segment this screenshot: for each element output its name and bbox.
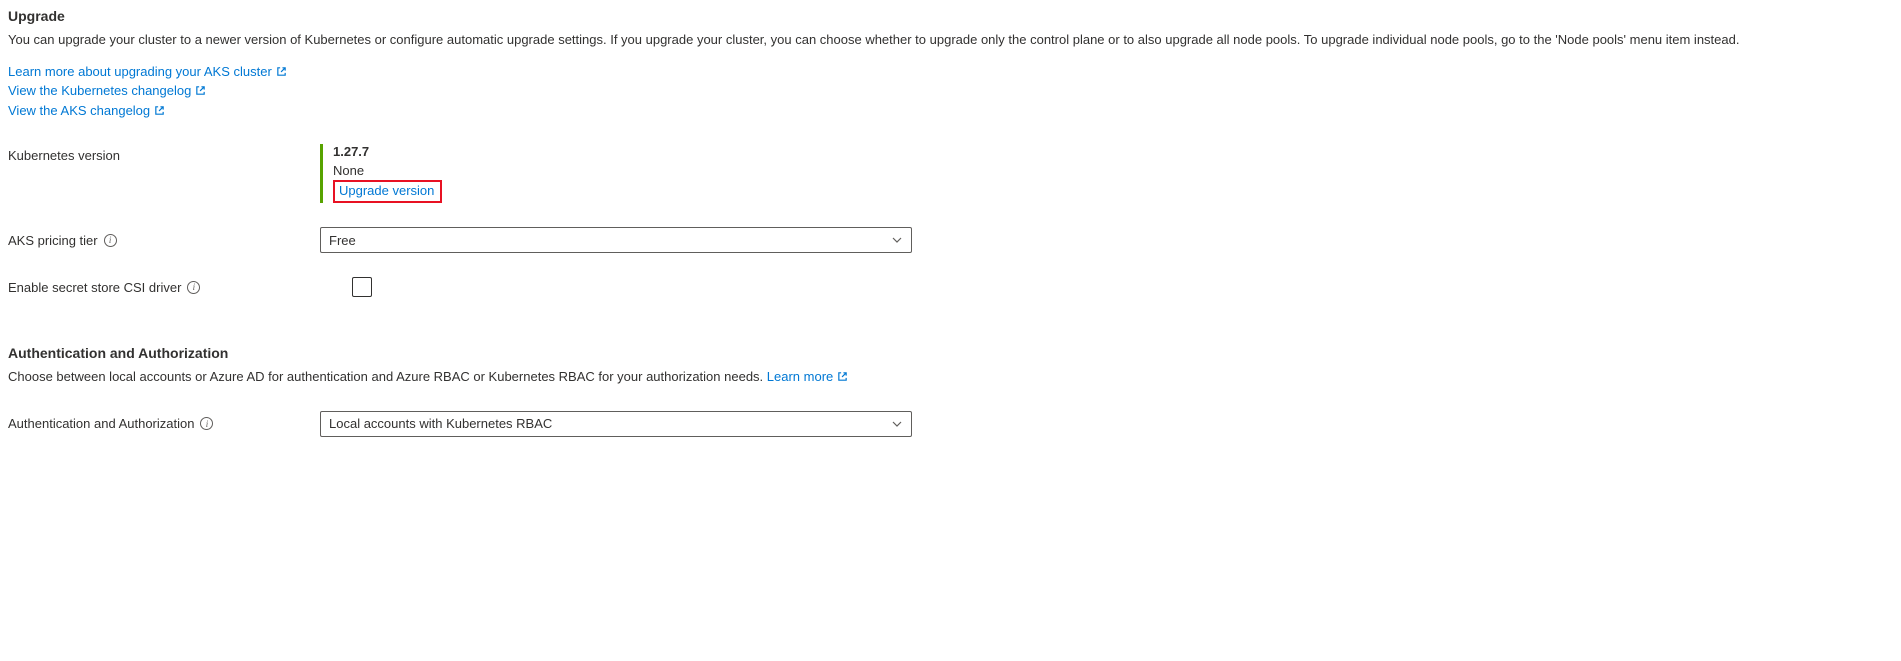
k8s-version-value: 1.27.7 [333, 144, 442, 159]
csi-driver-checkbox[interactable] [352, 277, 372, 297]
upgrade-section: Upgrade You can upgrade your cluster to … [8, 8, 1893, 297]
k8s-version-row: Kubernetes version 1.27.7 None Upgrade v… [8, 144, 1893, 203]
auth-field-row: Authentication and Authorization i Local… [8, 411, 1893, 437]
csi-driver-label-text: Enable secret store CSI driver [8, 280, 181, 295]
external-link-icon [837, 371, 848, 382]
upgrade-heading: Upgrade [8, 8, 1893, 24]
pricing-tier-row: AKS pricing tier i Free [8, 227, 1893, 253]
k8s-version-value-block: 1.27.7 None Upgrade version [320, 144, 442, 203]
upgrade-links: Learn more about upgrading your AKS clus… [8, 62, 1893, 121]
upgrade-description: You can upgrade your cluster to a newer … [8, 30, 1893, 50]
learn-more-aks-link-text: Learn more about upgrading your AKS clus… [8, 62, 272, 82]
auth-learn-more-link[interactable]: Learn more [767, 367, 848, 387]
auth-description: Choose between local accounts or Azure A… [8, 369, 767, 384]
k8s-changelog-link-text: View the Kubernetes changelog [8, 81, 191, 101]
aks-changelog-link[interactable]: View the AKS changelog [8, 101, 165, 121]
aks-changelog-link-text: View the AKS changelog [8, 101, 150, 121]
learn-more-aks-link[interactable]: Learn more about upgrading your AKS clus… [8, 62, 287, 82]
external-link-icon [195, 85, 206, 96]
csi-driver-label: Enable secret store CSI driver i [8, 280, 320, 295]
auth-heading: Authentication and Authorization [8, 345, 1893, 361]
k8s-version-none: None [333, 163, 442, 178]
info-icon[interactable]: i [187, 281, 200, 294]
k8s-changelog-link[interactable]: View the Kubernetes changelog [8, 81, 206, 101]
upgrade-version-highlight: Upgrade version [333, 180, 442, 203]
auth-field-label-text: Authentication and Authorization [8, 416, 194, 431]
pricing-tier-label: AKS pricing tier i [8, 233, 320, 248]
info-icon[interactable]: i [200, 417, 213, 430]
auth-field-label: Authentication and Authorization i [8, 416, 320, 431]
pricing-tier-dropdown[interactable]: Free [320, 227, 912, 253]
external-link-icon [276, 66, 287, 77]
chevron-down-icon [891, 234, 903, 246]
auth-dropdown-value: Local accounts with Kubernetes RBAC [329, 416, 891, 431]
csi-driver-row: Enable secret store CSI driver i [8, 277, 1893, 297]
auth-dropdown[interactable]: Local accounts with Kubernetes RBAC [320, 411, 912, 437]
external-link-icon [154, 105, 165, 116]
k8s-version-label: Kubernetes version [8, 144, 320, 163]
chevron-down-icon [891, 418, 903, 430]
upgrade-version-link[interactable]: Upgrade version [339, 183, 434, 198]
auth-learn-more-text: Learn more [767, 367, 833, 387]
auth-description-block: Choose between local accounts or Azure A… [8, 367, 878, 387]
pricing-tier-label-text: AKS pricing tier [8, 233, 98, 248]
auth-section: Authentication and Authorization Choose … [8, 345, 1893, 437]
pricing-tier-dropdown-value: Free [329, 233, 891, 248]
info-icon[interactable]: i [104, 234, 117, 247]
